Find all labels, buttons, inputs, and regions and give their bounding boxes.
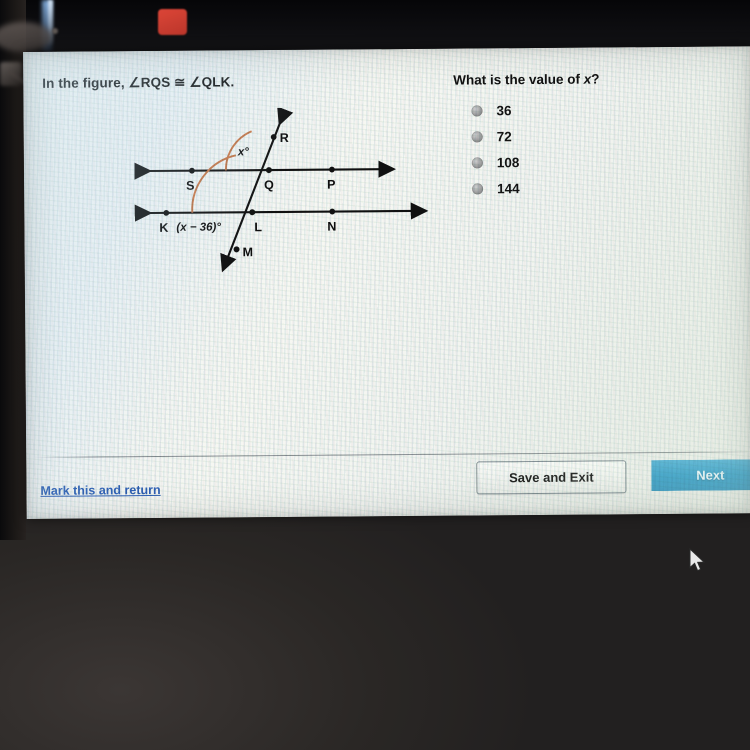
label-r: R [280,131,289,145]
answer-choice-label: 72 [496,129,512,145]
label-s: S [186,179,194,193]
red-indicator-icon [158,9,187,35]
question-variable: x [583,71,592,87]
geometry-figure: R S Q P K L N M x° (x − 36)° [113,106,445,325]
radio-button-icon[interactable] [471,131,483,143]
point-k [163,209,170,216]
radio-button-icon[interactable] [472,183,484,195]
label-l: L [254,220,262,234]
question-suffix: ? [591,71,600,87]
angle-arc-x-minus-36 [191,154,237,213]
mark-this-and-return-link[interactable]: Mark this and return [40,483,160,498]
answer-choice-0[interactable]: 36 [471,98,519,123]
angle-label-x-minus-36: (x − 36)° [176,221,221,233]
angle-label-x: x° [237,146,249,158]
prompt-prefix: In the figure, [42,75,129,91]
label-q: Q [264,178,274,192]
save-and-exit-button[interactable]: Save and Exit [476,460,627,495]
label-p: P [327,178,335,192]
blurred-dot [52,28,58,34]
answer-choice-1[interactable]: 72 [471,124,520,149]
label-m: M [243,245,254,259]
answer-choice-label: 36 [496,103,512,119]
answer-choice-2[interactable]: 108 [471,150,520,175]
label-k: K [159,221,168,235]
point-p [329,166,335,173]
question-prefix: What is the value of [453,71,584,88]
figure-prompt: In the figure, ∠RQS ≅ ∠QLK. [42,74,234,92]
prompt-congruent-symbol: ≅ [174,74,186,90]
answer-choice-list: 36 72 108 144 [471,98,520,202]
point-n [329,208,336,215]
quiz-content: In the figure, ∠RQS ≅ ∠QLK. What is the … [23,46,750,519]
question-title: What is the value of x? [453,71,599,87]
prompt-suffix: . [230,74,235,90]
answer-choice-3[interactable]: 144 [472,176,520,201]
prompt-angle-rqs: ∠RQS [128,74,171,91]
screen-panel: In the figure, ∠RQS ≅ ∠QLK. What is the … [23,46,750,519]
point-l [249,209,256,216]
monitor-bezel-top [0,0,750,52]
point-q [265,167,272,174]
prompt-angle-qlk: ∠QLK [189,74,231,90]
radio-button-icon[interactable] [471,157,483,169]
footer-divider [34,451,749,458]
point-r [270,134,277,140]
answer-choice-label: 108 [496,155,520,171]
answer-choice-label: 144 [497,181,520,197]
point-m [233,246,240,253]
geometry-figure-svg: R S Q P K L N M x° (x − 36)° [134,106,429,273]
next-button[interactable]: Next [651,459,750,491]
mouse-cursor-icon [689,548,706,572]
point-s [189,167,195,174]
radio-button-icon[interactable] [471,105,483,117]
label-n: N [327,220,336,234]
